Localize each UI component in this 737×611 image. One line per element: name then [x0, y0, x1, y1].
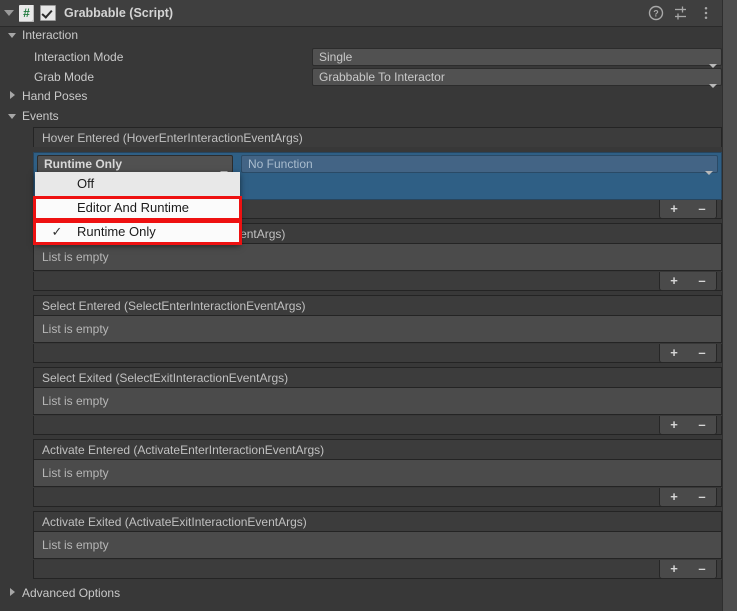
add-callback-button[interactable]: + — [660, 416, 688, 434]
event-block-hover-entered: Hover Entered (HoverEnterInteractionEven… — [33, 127, 722, 147]
event-empty-hover-exited: List is empty — [33, 243, 722, 271]
vertical-scrollbar[interactable] — [722, 0, 737, 611]
dropdown-option-label: Editor And Runtime — [77, 200, 190, 215]
remove-callback-button[interactable]: – — [688, 200, 716, 218]
hand-poses-foldout-arrow[interactable] — [6, 89, 20, 103]
list-buttons-hover-entered: + – — [659, 200, 717, 219]
check-icon: ✓ — [51, 224, 63, 239]
advanced-options-label: Advanced Options — [22, 586, 121, 600]
list-buttons-select-exited: + – — [659, 416, 717, 435]
dropdown-option-label: Runtime Only — [77, 224, 156, 239]
add-callback-button[interactable]: + — [660, 344, 688, 362]
event-empty-activate-entered: List is empty — [33, 459, 722, 487]
component-header[interactable]: # Grabbable (Script) ? — [0, 0, 723, 27]
grab-mode-dropdown[interactable]: Grabbable To Interactor — [312, 68, 722, 88]
add-callback-button[interactable]: + — [660, 272, 688, 290]
event-empty-select-entered: List is empty — [33, 315, 722, 343]
preset-icon[interactable] — [673, 5, 689, 21]
svg-text:?: ? — [653, 9, 659, 19]
callback-function-dropdown[interactable]: No Function — [241, 155, 718, 175]
check-icon — [49, 172, 65, 196]
callback-function-value: No Function — [248, 157, 313, 171]
help-icon[interactable]: ? — [648, 5, 664, 21]
event-block-select-exited: Select Exited (SelectExitInteractionEven… — [33, 367, 722, 415]
component-foldout-arrow[interactable] — [0, 5, 16, 21]
events-section-label: Events — [22, 109, 59, 123]
component-title: Grabbable (Script) — [64, 6, 174, 20]
event-block-select-entered: Select Entered (SelectEnterInteractionEv… — [33, 295, 722, 343]
event-title-select-exited: Select Exited (SelectExitInteractionEven… — [33, 367, 722, 387]
event-footer-select-exited: + – — [33, 416, 722, 435]
grab-mode-label: Grab Mode — [34, 70, 95, 84]
remove-callback-button[interactable]: – — [688, 344, 716, 362]
event-title-activate-entered: Activate Entered (ActivateEnterInteracti… — [33, 439, 722, 459]
events-foldout-arrow[interactable] — [6, 110, 20, 124]
event-footer-activate-entered: + – — [33, 488, 722, 507]
list-buttons-select-entered: + – — [659, 344, 717, 363]
event-title-activate-exited: Activate Exited (ActivateExitInteraction… — [33, 511, 722, 531]
event-empty-activate-exited: List is empty — [33, 531, 722, 559]
event-block-activate-entered: Activate Entered (ActivateEnterInteracti… — [33, 439, 722, 487]
event-title-select-entered: Select Entered (SelectEnterInteractionEv… — [33, 295, 722, 315]
event-footer-activate-exited: + – — [33, 560, 722, 579]
event-footer-hover-exited: + – — [33, 272, 722, 291]
dropdown-option-editor-and-runtime[interactable]: Editor And Runtime — [35, 196, 240, 220]
interaction-mode-label: Interaction Mode — [34, 50, 124, 64]
interaction-mode-dropdown[interactable]: Single — [312, 48, 722, 68]
dropdown-option-runtime-only[interactable]: ✓ Runtime Only — [35, 220, 240, 244]
dropdown-option-label: Off — [77, 176, 95, 191]
advanced-options-foldout-arrow[interactable] — [6, 586, 20, 600]
event-title-hover-entered: Hover Entered (HoverEnterInteractionEven… — [33, 127, 722, 147]
add-callback-button[interactable]: + — [660, 200, 688, 218]
remove-callback-button[interactable]: – — [688, 488, 716, 506]
remove-callback-button[interactable]: – — [688, 416, 716, 434]
lifetime-dropdown-popup[interactable]: Off Editor And Runtime ✓ Runtime Only — [35, 172, 240, 244]
header-icon-group: ? — [648, 5, 723, 21]
dropdown-option-off[interactable]: Off — [35, 172, 240, 196]
remove-callback-button[interactable]: – — [688, 560, 716, 578]
list-buttons-activate-entered: + – — [659, 488, 717, 507]
callback-lifetime-value: Runtime Only — [44, 157, 123, 171]
list-buttons-activate-exited: + – — [659, 560, 717, 579]
list-buttons-hover-exited: + – — [659, 272, 717, 291]
interaction-mode-value: Single — [319, 50, 353, 64]
csharp-script-icon: # — [19, 4, 34, 22]
check-icon — [49, 196, 65, 220]
hand-poses-section-label: Hand Poses — [22, 89, 88, 103]
script-hash-glyph: # — [23, 5, 30, 20]
add-callback-button[interactable]: + — [660, 560, 688, 578]
add-callback-button[interactable]: + — [660, 488, 688, 506]
event-empty-select-exited: List is empty — [33, 387, 722, 415]
callback-lifetime-dropdown[interactable]: Runtime Only — [37, 155, 233, 175]
event-block-activate-exited: Activate Exited (ActivateExitInteraction… — [33, 511, 722, 559]
interaction-section-label: Interaction — [22, 28, 79, 42]
interaction-foldout-arrow[interactable] — [6, 29, 20, 43]
more-menu-icon[interactable] — [698, 5, 714, 21]
event-footer-select-entered: + – — [33, 344, 722, 363]
component-enabled-checkbox[interactable] — [40, 5, 56, 21]
remove-callback-button[interactable]: – — [688, 272, 716, 290]
grab-mode-value: Grabbable To Interactor — [319, 70, 445, 84]
